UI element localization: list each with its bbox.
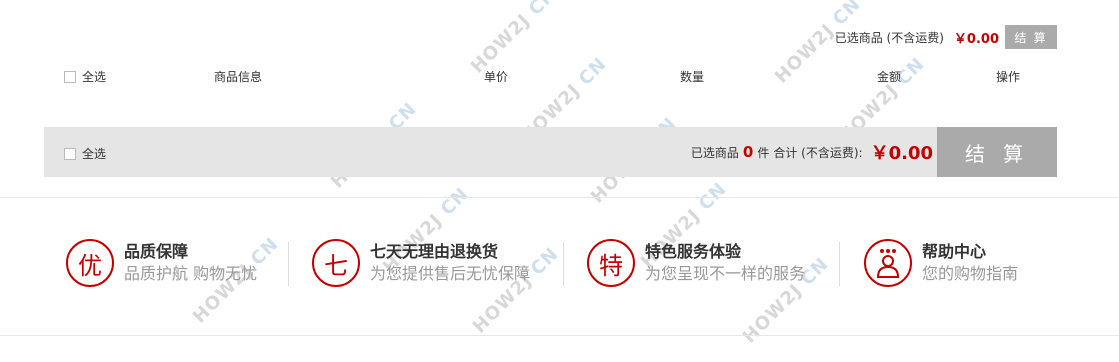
- top-cart-summary: 已选商品 (不含运费) ￥0.00 结 算: [835, 25, 1057, 49]
- checkout-button[interactable]: 结 算: [937, 127, 1057, 177]
- select-all-label: 全选: [82, 70, 107, 84]
- divider: [839, 242, 840, 286]
- selected-total-price: ￥0.00: [953, 31, 999, 47]
- selected-items-label: 已选商品: [690, 145, 739, 160]
- watermark: HOW2J CN: [466, 0, 562, 78]
- seven-day-return-icon: 七: [312, 239, 360, 287]
- service-special[interactable]: 特 特色服务体验 为您呈现不一样的服务: [587, 238, 805, 288]
- select-all-label: 全选: [82, 147, 107, 161]
- special-service-icon: 特: [587, 239, 635, 287]
- divider: [563, 242, 564, 286]
- divider: [288, 242, 289, 286]
- divider: [0, 335, 1119, 336]
- selected-count: 0: [742, 143, 754, 161]
- column-amount: 金额: [877, 70, 902, 84]
- total-price: ￥0.00: [870, 143, 933, 164]
- service-quality[interactable]: 优 品质保障 品质护航 购物无忧: [66, 238, 257, 288]
- column-quantity: 数量: [680, 70, 705, 84]
- help-center-icon: [864, 239, 912, 287]
- total-label: 合计 (不含运费):: [773, 145, 863, 160]
- selected-label: 已选商品 (不含运费): [834, 30, 944, 45]
- cart-footer-bar: 全选 已选商品 0 件 合计 (不含运费): ￥0.00 结 算: [44, 127, 1057, 177]
- service-help-center[interactable]: 帮助中心 您的购物指南: [864, 238, 1018, 288]
- count-unit: 件: [757, 145, 770, 160]
- service-title: 品质保障: [124, 242, 189, 261]
- quality-icon: 优: [66, 239, 114, 287]
- select-all-bottom[interactable]: 全选: [64, 145, 106, 162]
- service-title: 帮助中心: [922, 242, 987, 261]
- select-all-top[interactable]: 全选: [64, 68, 106, 86]
- service-title: 七天无理由退换货: [370, 242, 499, 261]
- help-person-icon: [876, 249, 900, 278]
- column-operation: 操作: [996, 70, 1021, 84]
- service-subtitle: 您的购物指南: [922, 264, 1019, 283]
- checkout-button-top[interactable]: 结 算: [1005, 25, 1057, 49]
- service-subtitle: 为您提供售后无忧保障: [370, 264, 531, 283]
- service-seven-day-return[interactable]: 七 七天无理由退换货 为您提供售后无忧保障: [312, 238, 530, 288]
- select-all-checkbox[interactable]: [64, 71, 76, 83]
- cart-table-header: 全选 商品信息 单价 数量 金额 操作: [64, 68, 1057, 88]
- divider: [0, 197, 1119, 198]
- column-product-info: 商品信息: [214, 70, 263, 84]
- footer-summary: 已选商品 0 件 合计 (不含运费): ￥0.00: [691, 127, 933, 177]
- service-title: 特色服务体验: [645, 242, 742, 261]
- service-subtitle: 品质护航 购物无忧: [124, 264, 258, 283]
- select-all-checkbox[interactable]: [64, 147, 76, 160]
- service-subtitle: 为您呈现不一样的服务: [645, 264, 806, 283]
- column-unit-price: 单价: [484, 70, 509, 84]
